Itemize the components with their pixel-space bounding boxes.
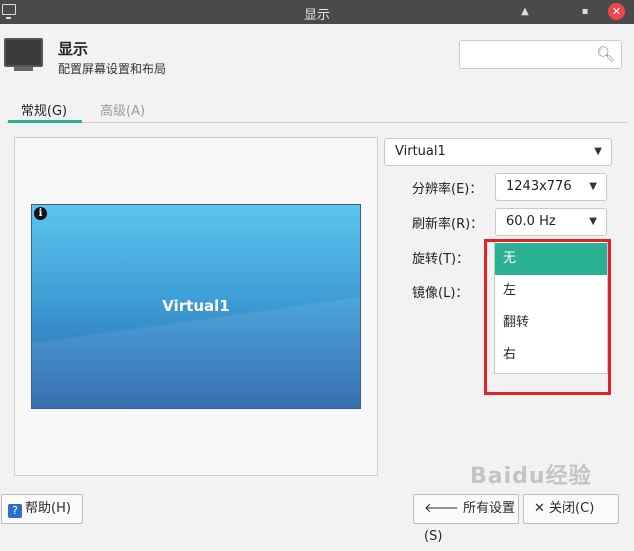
page-subtitle: 配置屏幕设置和布局 [58,62,167,76]
annotation-highlight-box [484,239,611,395]
refresh-rate-select[interactable]: 60.0 Hz ▼ [495,208,607,236]
help-button[interactable]: ? 帮助(H) [1,494,83,524]
close-icon[interactable]: ✕ [608,3,625,20]
chevron-down-icon: ▼ [589,216,597,227]
tab-general[interactable]: 常规(G) [6,100,82,123]
chevron-down-icon: ▼ [594,146,602,157]
display-preview-screen[interactable]: i Virtual1 [31,204,361,409]
display-preview-label: Virtual1 [162,297,230,315]
help-icon: ? [8,504,22,518]
rotation-label: 旋转(T)： [412,252,470,267]
resolution-value: 1243x776 [506,179,572,194]
resolution-label: 分辨率(E)： [412,182,483,197]
watermark: Baidu经验 [470,464,592,489]
close-label: 关闭(C) [549,501,595,516]
help-label: 帮助(H) [25,501,71,516]
search-icon[interactable]: 🔍︎ [596,45,615,63]
header: 显示 配置屏幕设置和布局 🔍︎ [0,24,634,86]
display-select[interactable]: Virtual1 ▼ [384,138,612,166]
all-settings-button[interactable]: 🡐 所有设置(S) [413,494,519,544]
refresh-rate-label: 刷新率(R)： [412,217,484,232]
title-bar: 显示 ▲ ▪ ✕ [0,0,634,24]
search-input[interactable]: 🔍︎ [459,40,622,69]
arrow-left-icon: 🡐 [424,501,459,516]
mirror-label: 镜像(L)： [412,286,469,301]
footer: ? 帮助(H) 🡐 所有设置(S) ✕ 关闭(C) [0,494,634,544]
chevron-down-icon: ▼ [589,181,597,192]
minimize-icon[interactable]: ▪ [576,3,594,21]
resolution-select[interactable]: 1243x776 ▼ [495,173,607,201]
tab-bar: 常规(G) 高级(A) [6,96,628,123]
close-x-icon: ✕ [534,501,545,516]
refresh-rate-value: 60.0 Hz [506,214,556,229]
shade-icon[interactable]: ▲ [516,3,534,21]
info-icon[interactable]: i [34,207,47,220]
page-title: 显示 [58,40,89,58]
window-title: 显示 [303,8,330,23]
close-button[interactable]: ✕ 关闭(C) [523,494,619,524]
tab-advanced[interactable]: 高级(A) [100,100,145,119]
display-select-value: Virtual1 [395,144,446,159]
monitor-icon [4,38,43,71]
